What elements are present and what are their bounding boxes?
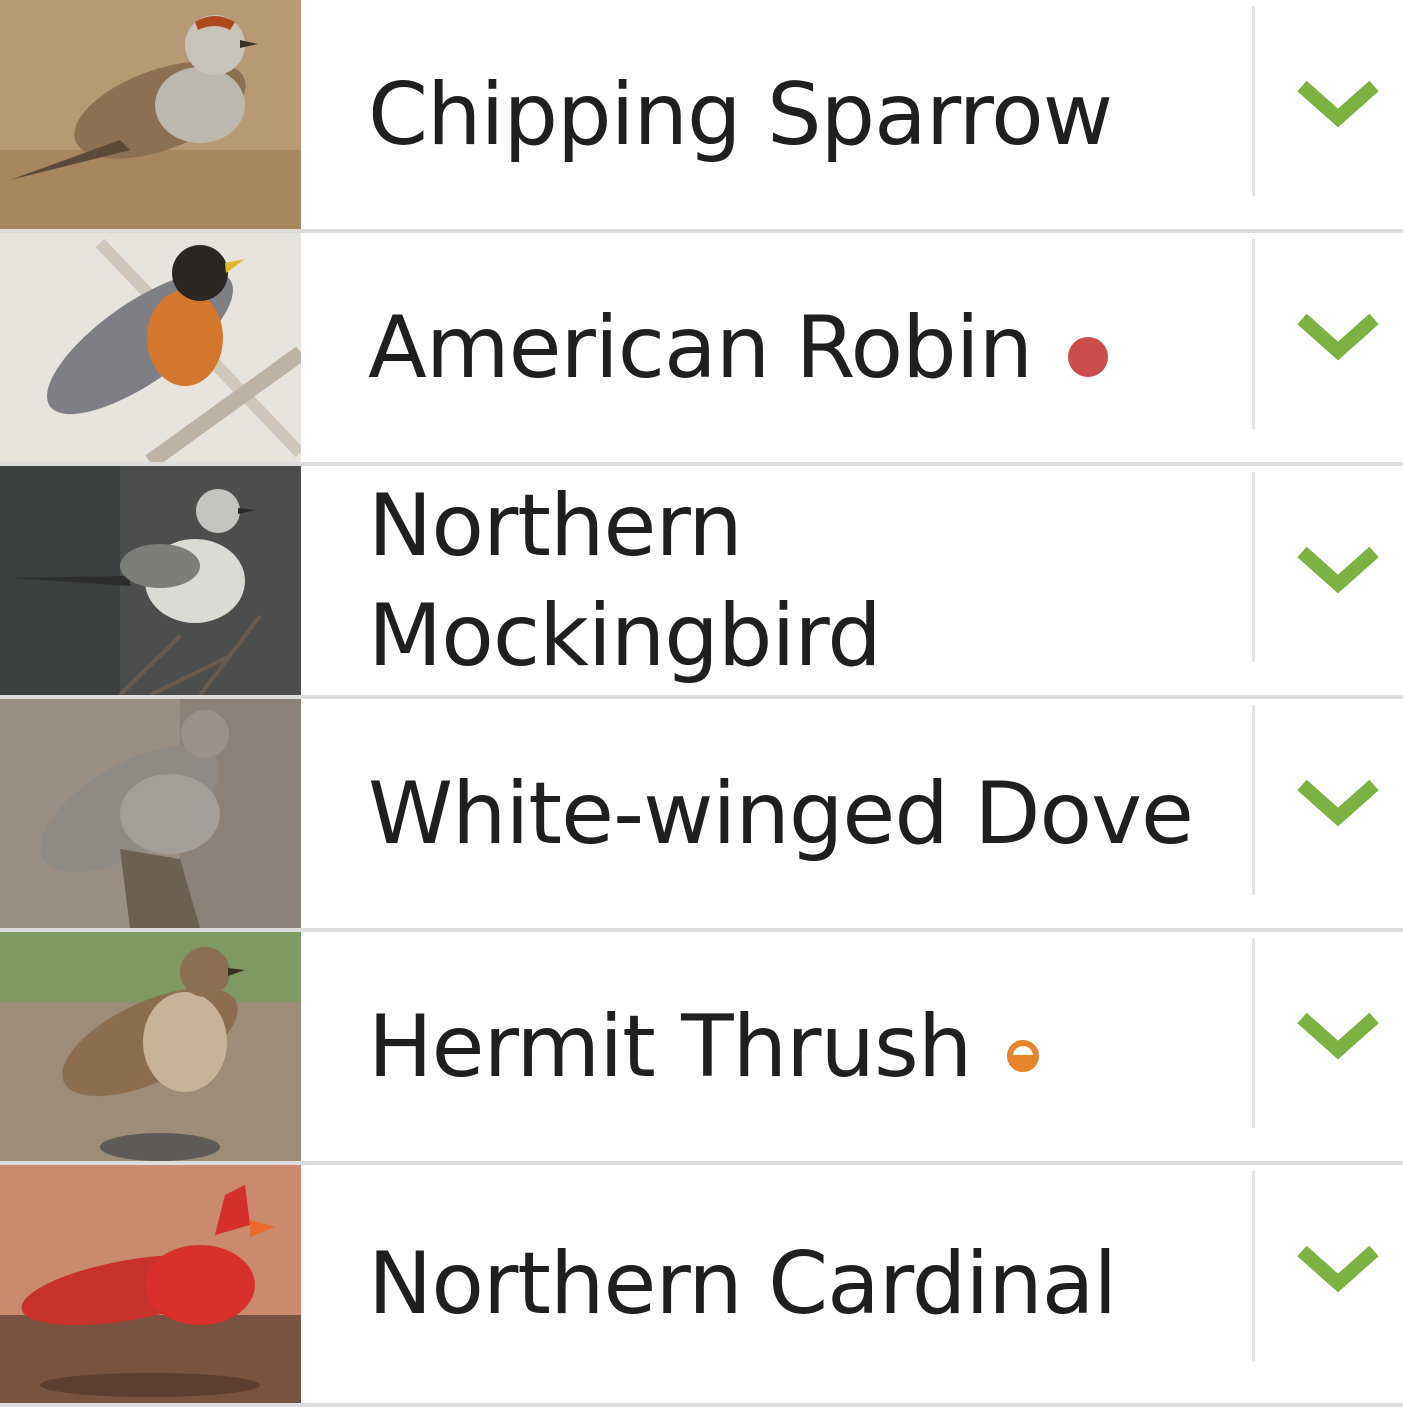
bird-photo — [0, 699, 301, 928]
chevron-down-icon[interactable] — [1296, 771, 1380, 831]
list-item[interactable]: Chipping Sparrow — [0, 0, 1403, 233]
chevron-down-icon[interactable] — [1296, 538, 1380, 598]
bird-photo — [0, 466, 301, 695]
bird-name: Northern Mockingbird — [368, 475, 882, 686]
bird-photo — [0, 0, 301, 229]
divider — [1252, 239, 1255, 429]
list-item[interactable]: Northern Mockingbird — [0, 466, 1403, 699]
bird-name: White-winged Dove — [368, 763, 1194, 864]
list-item[interactable]: Northern Cardinal — [0, 1165, 1403, 1407]
bird-name: Hermit Thrush — [368, 932, 1248, 1161]
chevron-down-icon[interactable] — [1296, 305, 1380, 365]
status-half-dot-icon — [1007, 1039, 1040, 1072]
bird-name: Chipping Sparrow — [368, 64, 1113, 165]
list-item[interactable]: American Robin — [0, 233, 1403, 466]
bird-photo — [0, 233, 301, 462]
list-item[interactable]: White-winged Dove — [0, 699, 1403, 932]
divider — [1252, 6, 1255, 196]
divider — [1252, 472, 1255, 662]
bird-photo — [0, 1165, 301, 1403]
status-dot-icon — [1068, 336, 1109, 377]
divider — [1252, 1171, 1255, 1361]
chevron-down-icon[interactable] — [1296, 1237, 1380, 1297]
chevron-down-icon[interactable] — [1296, 1004, 1380, 1064]
divider — [1252, 705, 1255, 895]
chevron-down-icon[interactable] — [1296, 72, 1380, 132]
bird-list: Chipping Sparrow American Robin Northern… — [0, 0, 1403, 1407]
bird-photo — [0, 932, 301, 1161]
bird-name: American Robin — [368, 233, 1248, 462]
divider — [1252, 938, 1255, 1128]
bird-name: Northern Cardinal — [368, 1234, 1117, 1334]
list-item[interactable]: Hermit Thrush — [0, 932, 1403, 1165]
